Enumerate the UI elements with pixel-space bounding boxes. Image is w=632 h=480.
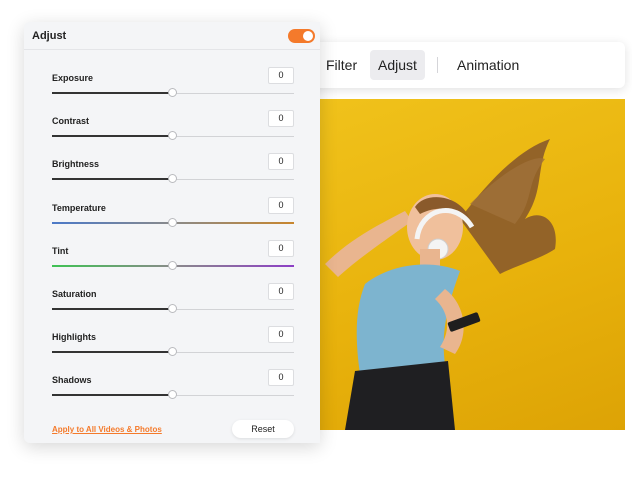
slider-row-tint: Tint 0 (52, 240, 294, 276)
photo-preview (320, 99, 625, 430)
slider-row-highlights: Highlights 0 (52, 326, 294, 362)
slider-value-input[interactable]: 0 (268, 197, 294, 214)
slider-fill (52, 394, 173, 396)
slider-handle[interactable] (168, 88, 177, 97)
tab-filter[interactable]: Filter (318, 50, 365, 80)
slider-handle[interactable] (168, 218, 177, 227)
slider-handle[interactable] (168, 347, 177, 356)
slider-row-temperature: Temperature 0 (52, 197, 294, 233)
slider-row-brightness: Brightness 0 (52, 153, 294, 189)
slider-value-input[interactable]: 0 (268, 67, 294, 84)
slider-handle[interactable] (168, 174, 177, 183)
panel-title: Adjust (32, 30, 67, 42)
dancing-woman-illustration (325, 139, 556, 430)
reset-button[interactable]: Reset (232, 420, 294, 438)
slider-label: Temperature (52, 203, 106, 213)
slider-handle[interactable] (168, 261, 177, 270)
slider-fill (52, 92, 173, 94)
slider-label: Highlights (52, 332, 96, 342)
slider-value-input[interactable]: 0 (268, 326, 294, 343)
toolbar-divider (437, 57, 438, 73)
slider-label: Shadows (52, 375, 92, 385)
slider-value-input[interactable]: 0 (268, 110, 294, 127)
edit-toolbar: Filter Adjust Animation (300, 42, 625, 88)
slider-value-input[interactable]: 0 (268, 240, 294, 257)
tab-animation[interactable]: Animation (449, 50, 527, 80)
slider-value-input[interactable]: 0 (268, 369, 294, 386)
slider-value-input[interactable]: 0 (268, 153, 294, 170)
adjust-panel: Adjust Exposure 0 Contrast 0 Brightness … (24, 22, 320, 443)
slider-fill (52, 308, 173, 310)
slider-label: Brightness (52, 159, 100, 169)
slider-row-exposure: Exposure 0 (52, 67, 294, 103)
tab-adjust[interactable]: Adjust (370, 50, 425, 80)
slider-fill (52, 351, 173, 353)
slider-handle[interactable] (168, 390, 177, 399)
slider-fill (52, 135, 173, 137)
adjust-panel-header: Adjust (24, 22, 320, 50)
slider-handle[interactable] (168, 131, 177, 140)
slider-row-saturation: Saturation 0 (52, 283, 294, 319)
slider-fill (52, 178, 173, 180)
slider-label: Tint (52, 246, 69, 256)
slider-row-shadows: Shadows 0 (52, 369, 294, 405)
slider-row-contrast: Contrast 0 (52, 110, 294, 146)
toggle-knob (303, 31, 313, 41)
slider-value-input[interactable]: 0 (268, 283, 294, 300)
slider-label: Saturation (52, 289, 97, 299)
slider-label: Exposure (52, 73, 94, 83)
slider-handle[interactable] (168, 304, 177, 313)
adjust-toggle[interactable] (288, 29, 315, 43)
slider-label: Contrast (52, 116, 90, 126)
apply-to-all-link[interactable]: Apply to All Videos & Photos (52, 425, 162, 434)
